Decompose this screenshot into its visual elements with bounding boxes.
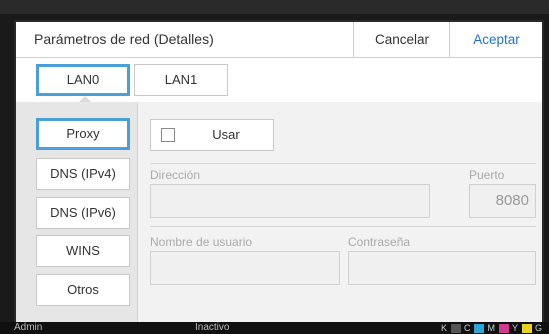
lan-tab-bar: LAN0 LAN1 bbox=[16, 58, 542, 102]
user-label: Admin bbox=[14, 322, 43, 333]
ink-label-g: G bbox=[534, 323, 542, 333]
port-label: Puerto bbox=[469, 168, 505, 182]
username-label: Nombre de usuario bbox=[150, 235, 253, 249]
accept-button[interactable]: Aceptar bbox=[449, 22, 543, 57]
use-proxy-checkbox[interactable] bbox=[161, 128, 175, 142]
background-top-bar bbox=[0, 0, 549, 14]
ink-k-icon bbox=[450, 323, 461, 333]
ink-c-icon bbox=[474, 323, 485, 333]
ink-label-m: M bbox=[487, 323, 495, 333]
port-field[interactable]: 8080 bbox=[469, 184, 536, 218]
divider bbox=[150, 226, 536, 227]
ink-m-icon bbox=[498, 323, 509, 333]
settings-panel: Proxy DNS (IPv4) DNS (IPv6) WINS Otros U… bbox=[16, 102, 542, 324]
sidebar-item-dns-ipv4[interactable]: DNS (IPv4) bbox=[36, 158, 130, 190]
ink-levels: K C M Y G bbox=[441, 323, 543, 333]
sidebar-item-wins[interactable]: WINS bbox=[36, 235, 130, 267]
dialog-titlebar: Parámetros de red (Detalles) Cancelar Ac… bbox=[16, 22, 542, 58]
divider bbox=[150, 163, 536, 164]
sidebar-item-dns-ipv6[interactable]: DNS (IPv6) bbox=[36, 197, 130, 229]
ink-label-k: K bbox=[440, 323, 447, 333]
status-bar: Admin Inactivo K C M Y G bbox=[0, 322, 549, 334]
proxy-settings: Usar Dirección Puerto 8080 Nombre de usu… bbox=[137, 102, 542, 324]
tab-lan1[interactable]: LAN1 bbox=[134, 64, 228, 96]
address-field[interactable] bbox=[150, 184, 430, 218]
address-label: Dirección bbox=[150, 168, 201, 182]
sidebar: Proxy DNS (IPv4) DNS (IPv6) WINS Otros bbox=[16, 102, 137, 324]
status-text: Inactivo bbox=[195, 322, 230, 333]
ink-y-icon bbox=[521, 323, 532, 333]
tab-lan0[interactable]: LAN0 bbox=[36, 64, 130, 96]
ink-label-y: Y bbox=[511, 323, 518, 333]
password-label: Contraseña bbox=[348, 235, 411, 249]
dialog-title: Parámetros de red (Detalles) bbox=[34, 31, 214, 47]
username-field[interactable] bbox=[150, 251, 340, 285]
cancel-button[interactable]: Cancelar bbox=[353, 22, 450, 57]
sidebar-item-proxy[interactable]: Proxy bbox=[36, 118, 130, 150]
use-proxy-toggle[interactable]: Usar bbox=[150, 119, 274, 151]
ink-label-c: C bbox=[463, 323, 471, 333]
sidebar-item-otros[interactable]: Otros bbox=[36, 274, 130, 306]
password-field[interactable] bbox=[348, 251, 536, 285]
network-settings-dialog: Parámetros de red (Detalles) Cancelar Ac… bbox=[14, 20, 544, 326]
use-proxy-label: Usar bbox=[212, 127, 240, 142]
